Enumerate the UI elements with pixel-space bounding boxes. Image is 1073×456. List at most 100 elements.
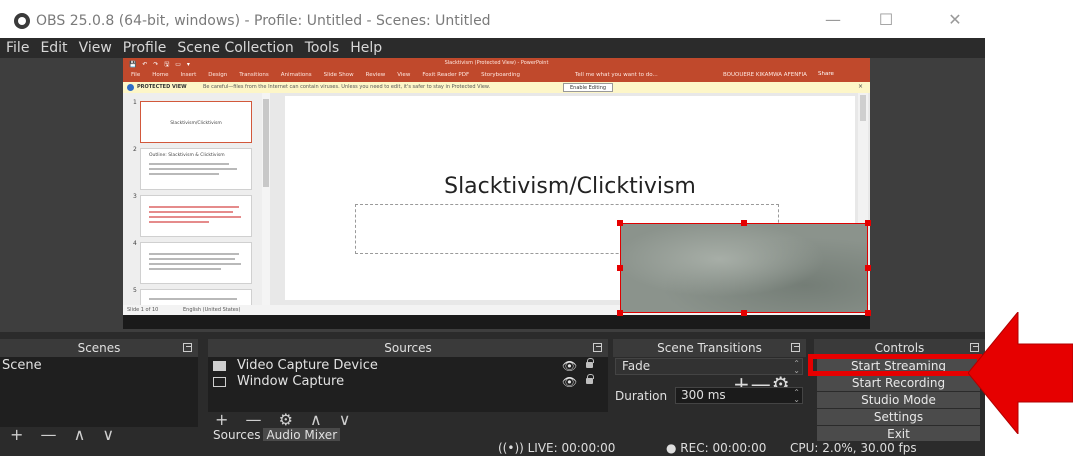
resize-handle[interactable] (865, 310, 871, 316)
ribbon-tab: Review (365, 72, 386, 78)
thumb-line (149, 168, 237, 170)
visibility-eye-icon[interactable]: 👁 (562, 358, 577, 374)
transitions-title: Scene Transitions (657, 341, 762, 355)
rec-status: ● REC: 00:00:00 (666, 441, 767, 455)
slide-title: Slacktivism/Clicktivism (444, 174, 696, 199)
resize-handle[interactable] (617, 310, 623, 316)
resize-handle[interactable] (741, 220, 747, 226)
thumb-line (149, 298, 237, 300)
menu-tools[interactable]: Tools (299, 38, 345, 58)
thumb-line (149, 216, 241, 218)
lock-icon[interactable] (586, 358, 594, 368)
resize-handle[interactable] (617, 265, 623, 271)
thumb-line (149, 163, 229, 165)
duration-label: Duration (615, 389, 668, 403)
live-status: ((•)) LIVE: 00:00:00 (498, 441, 616, 455)
studio-mode-button[interactable]: Studio Mode (817, 392, 980, 408)
ribbon-tab: Insert (180, 72, 197, 78)
slide-thumbnail: Outline: Slacktivism & Clicktivism (140, 148, 252, 190)
thumb-line (149, 221, 209, 223)
cpu-status: CPU: 2.0%, 30.00 fps (790, 441, 917, 455)
thumb-number: 5 (133, 287, 137, 294)
menu-edit[interactable]: Edit (34, 38, 72, 58)
tab-audio-mixer[interactable]: Audio Mixer (263, 428, 341, 442)
thumb-number: 3 (133, 193, 137, 200)
powerpoint-ribbon: 💾 ↶ ↷ 🖫 ▭ ▾ Slacktivism (Protected View)… (123, 58, 870, 82)
protected-view-message: Be careful—files from the Internet can c… (203, 84, 491, 90)
settings-button[interactable]: Settings (817, 409, 980, 425)
sources-toolbar[interactable]: + — ⚙ ∧ ∨ (215, 412, 357, 428)
thumb-line (149, 253, 239, 255)
scenes-title: Scenes (77, 341, 121, 355)
close-button[interactable]: ✕ (940, 9, 970, 31)
ribbon-tabs: File Home Insert Design Transitions Anim… (131, 72, 532, 78)
scenes-toolbar[interactable]: + — ∧ ∨ (10, 427, 120, 443)
resize-handle[interactable] (865, 265, 871, 271)
slide-thumbnails: 1 Slacktivism/Clicktivism 2 Outline: Sla… (123, 93, 263, 313)
highlight-box (808, 354, 982, 376)
menu-profile[interactable]: Profile (117, 38, 172, 58)
thumb-number: 2 (133, 146, 137, 153)
menu-bar: File Edit View Profile Scene Collection … (0, 38, 985, 58)
title-bar: OBS 25.0.8 (64-bit, windows) - Profile: … (0, 0, 985, 38)
preview-area: 💾 ↶ ↷ 🖫 ▭ ▾ Slacktivism (Protected View)… (0, 58, 985, 332)
menu-view[interactable]: View (73, 38, 117, 58)
source-row[interactable]: Window Capture 👁 (210, 374, 606, 390)
chevron-updown-icon: ⌃ ⌄ (793, 359, 800, 375)
duration-value: 300 ms (681, 388, 726, 402)
minimize-button[interactable]: — (818, 9, 848, 31)
obs-window: OBS 25.0.8 (64-bit, windows) - Profile: … (0, 0, 985, 456)
enable-editing-button: Enable Editing (563, 83, 614, 92)
thumb-title: Outline: Slacktivism & Clicktivism (149, 153, 225, 158)
ribbon-tab: File (131, 72, 141, 78)
ribbon-tab: Home (152, 72, 169, 78)
ribbon-tab: Foxit Reader PDF (422, 72, 470, 78)
language: English (United States) (183, 307, 241, 313)
undock-icon[interactable] (791, 343, 800, 352)
controls-title: Controls (874, 341, 925, 355)
source-name: Window Capture (237, 374, 345, 389)
lock-icon[interactable] (586, 374, 594, 384)
thumbnail-scrollbar (262, 93, 270, 313)
sources-title: Sources (384, 341, 432, 355)
video-capture-preview[interactable] (620, 223, 868, 313)
start-recording-button[interactable]: Start Recording (817, 375, 980, 391)
menu-file[interactable]: File (0, 38, 34, 58)
source-name: Video Capture Device (237, 358, 378, 373)
resize-handle[interactable] (865, 220, 871, 226)
sources-tabs: Sources Audio Mixer (210, 428, 341, 442)
thumb-number: 1 (133, 99, 137, 106)
ribbon-tab: Slide Show (323, 72, 354, 78)
slide-count: Slide 1 of 10 (127, 307, 159, 313)
slide-thumbnail (140, 242, 252, 284)
menu-help[interactable]: Help (344, 38, 387, 58)
tab-sources[interactable]: Sources (210, 428, 264, 442)
undock-icon[interactable] (593, 343, 602, 352)
ribbon-tab: View (397, 72, 411, 78)
duration-input[interactable]: 300 ms ⌃ ⌄ (675, 387, 803, 404)
spin-arrows-icon[interactable]: ⌃ ⌄ (793, 389, 800, 404)
window-title: OBS 25.0.8 (64-bit, windows) - Profile: … (36, 13, 491, 29)
sources-dock-header: Sources (208, 339, 608, 357)
maximize-button[interactable]: ☐ (871, 9, 901, 31)
info-icon (127, 84, 134, 91)
thumb-title: Slacktivism/Clicktivism (170, 121, 222, 126)
obs-logo-icon (14, 13, 30, 29)
camera-icon (213, 361, 226, 371)
source-row[interactable]: Video Capture Device 👁 (210, 358, 606, 374)
protected-view-bar: PROTECTED VIEW Be careful—files from the… (123, 82, 870, 93)
visibility-eye-icon[interactable]: 👁 (562, 374, 577, 390)
exit-button[interactable]: Exit (817, 426, 980, 442)
slide-thumbnail (140, 195, 252, 237)
powerpoint-title: Slacktivism (Protected View) - PowerPoin… (444, 60, 549, 66)
close-icon: × (858, 83, 864, 90)
undock-icon[interactable] (183, 343, 192, 352)
red-arrow-icon (968, 312, 1073, 434)
scene-item[interactable]: Scene (0, 358, 198, 374)
resize-handle[interactable] (617, 220, 623, 226)
menu-scene-collection[interactable]: Scene Collection (171, 38, 298, 58)
thumb-line (149, 211, 233, 213)
resize-handle[interactable] (741, 310, 747, 316)
window-icon (213, 377, 226, 387)
thumb-line (149, 206, 239, 208)
